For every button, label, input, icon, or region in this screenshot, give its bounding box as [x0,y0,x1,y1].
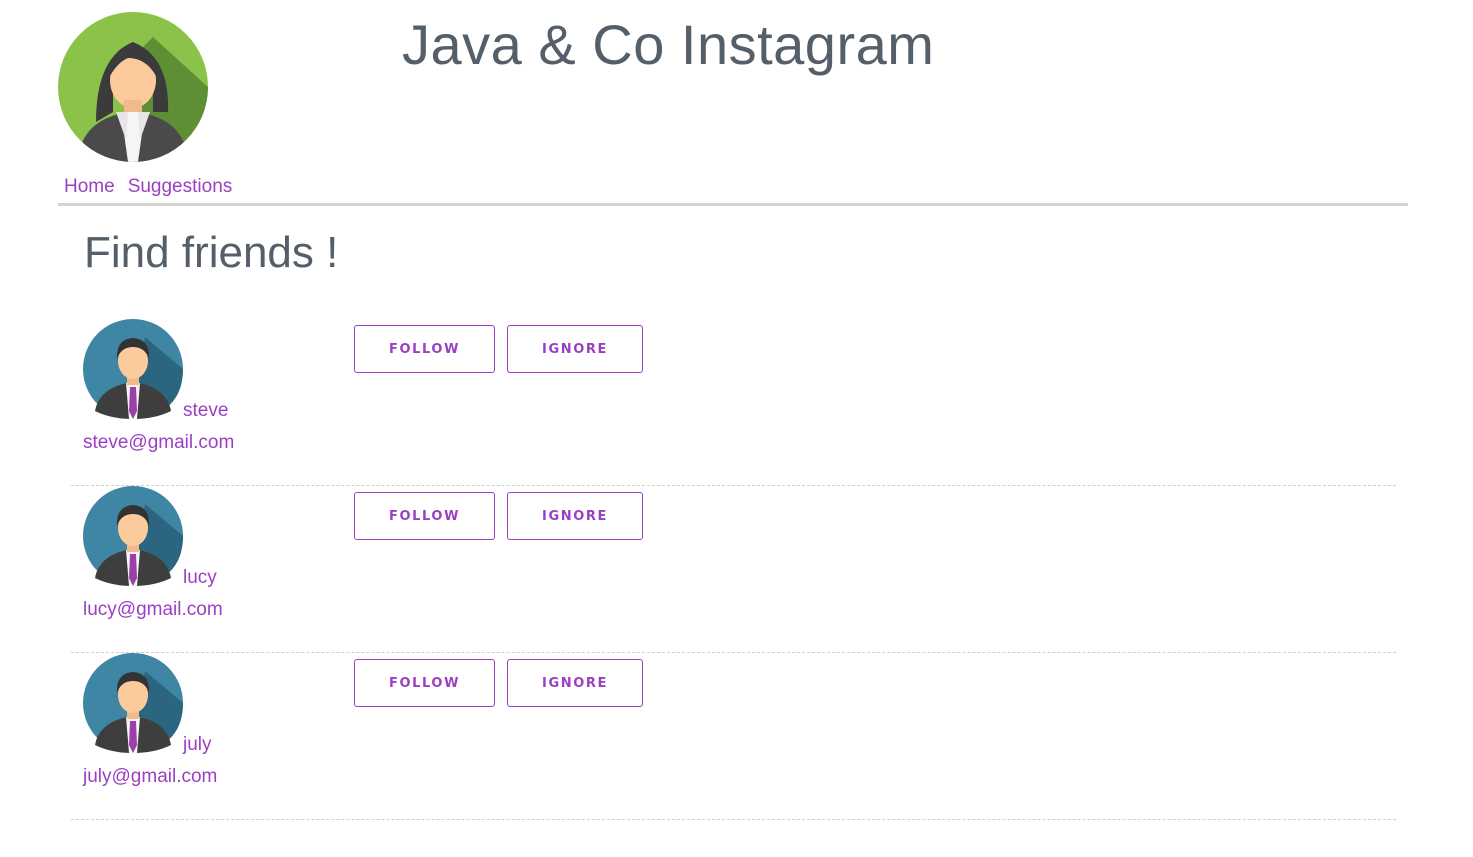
header-divider [58,203,1408,206]
page-title: Find friends ! [84,228,339,277]
ignore-button[interactable]: IGNORE [507,659,643,707]
friend-username: july [183,734,212,755]
main-nav: Home Suggestions [64,176,232,198]
male-user-avatar-icon [83,653,183,753]
follow-button[interactable]: FOLLOW [354,325,495,373]
friend-row: steve steve@gmail.com FOLLOW IGNORE [71,319,1396,486]
follow-button[interactable]: FOLLOW [354,659,495,707]
nav-home-link[interactable]: Home [64,176,115,198]
friend-email: july@gmail.com [83,766,218,787]
ignore-button[interactable]: IGNORE [507,325,643,373]
site-title: Java & Co Instagram [402,13,935,76]
friend-email: lucy@gmail.com [83,599,223,620]
nav-suggestions-link[interactable]: Suggestions [128,176,233,198]
friend-username: lucy [183,567,217,588]
friend-email: steve@gmail.com [83,432,235,453]
friend-username: steve [183,400,229,421]
friend-row: lucy lucy@gmail.com FOLLOW IGNORE [71,486,1396,653]
friend-row: july july@gmail.com FOLLOW IGNORE [71,653,1396,820]
profile-avatar-icon [58,12,208,162]
follow-button[interactable]: FOLLOW [354,492,495,540]
ignore-button[interactable]: IGNORE [507,492,643,540]
male-user-avatar-icon [83,486,183,586]
male-user-avatar-icon [83,319,183,419]
